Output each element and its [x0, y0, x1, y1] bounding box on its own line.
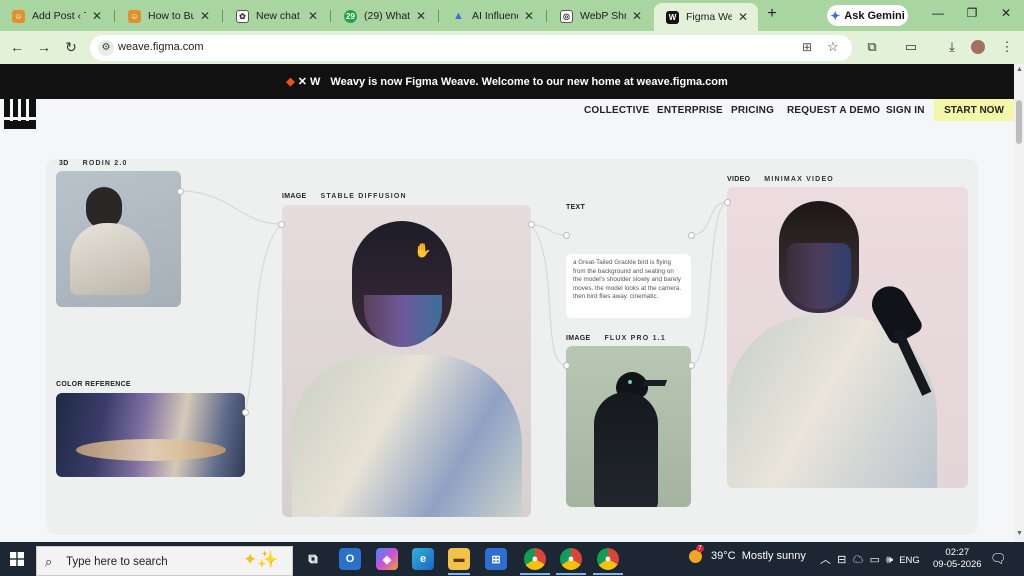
close-icon[interactable]: ✕	[522, 9, 536, 23]
screen: ☺ Add Post ‹ Te ✕ ☺ How to Build ✕ ✿ New…	[0, 0, 1024, 576]
search-icon: ⌕	[45, 554, 53, 569]
tab-add-post[interactable]: ☺ Add Post ‹ Te ✕	[0, 3, 112, 29]
show-hidden-icons-chevron-icon[interactable]: ︿	[820, 554, 831, 566]
volume-icon[interactable]: 🕪	[886, 554, 893, 566]
chrome-profile-3-icon[interactable]: ●	[597, 548, 619, 570]
translate-icon[interactable]: ⊞	[802, 40, 812, 54]
tab-whatsapp[interactable]: 29 (29) WhatsAp ✕	[332, 3, 436, 29]
web-page: ◆ ✕ W Weavy is now Figma Weave. Welcome …	[0, 64, 1014, 542]
stable-diffusion-output-image[interactable]	[282, 205, 531, 517]
node-label-3d: 3D RODIN 2.0	[59, 160, 128, 167]
language-indicator[interactable]: ENG	[899, 555, 920, 566]
tab-how-to-build[interactable]: ☺ How to Build ✕	[116, 3, 220, 29]
prompt-text-node[interactable]: a Great-Tailed Grackle bird is flying fr…	[566, 254, 691, 318]
battery-icon[interactable]: ▭	[870, 554, 880, 566]
openai-icon: ✿	[236, 9, 249, 23]
whatsapp-icon: 29	[344, 9, 357, 23]
page-scrollbar[interactable]: ▲ ▼	[1014, 64, 1024, 542]
ai-icon: ▲	[453, 10, 464, 22]
minimax-video-preview[interactable]	[727, 187, 968, 488]
chat-avatar-icon: ☺	[12, 9, 25, 23]
node-label-text: TEXT	[566, 204, 586, 211]
rodin-3d-bust-image[interactable]	[56, 171, 181, 307]
browser-tab-strip: ☺ Add Post ‹ Te ✕ ☺ How to Build ✕ ✿ New…	[0, 0, 1024, 31]
file-explorer-icon[interactable]: ▬	[448, 548, 470, 570]
windows-taskbar: ⌕ Type here to search ✦✨ ⧉ O ◈ e ▬ ⊞ ● ●…	[0, 542, 1024, 576]
minimize-button[interactable]: —	[928, 6, 948, 20]
close-icon[interactable]: ✕	[736, 10, 750, 24]
close-icon[interactable]: ✕	[306, 9, 320, 23]
close-icon[interactable]: ✕	[90, 9, 104, 23]
close-window-button[interactable]: ✕	[996, 6, 1016, 20]
browser-toolbar: ← → ↻ ⚙ weave.figma.com ⊞ ☆ ⧉ ▭ ⤓ ⋮	[0, 31, 1024, 64]
chrome-icon[interactable]: ●	[524, 548, 546, 570]
profile-avatar[interactable]	[971, 40, 985, 54]
close-icon[interactable]: ✕	[414, 9, 428, 23]
weave-icon: W	[666, 10, 679, 24]
ask-gemini-button[interactable]: ✦ Ask Gemini	[827, 5, 908, 26]
node-label-color-reference: COLOR REFERENCE	[56, 381, 131, 388]
site-info-icon[interactable]: ⚙	[98, 40, 114, 56]
reload-icon[interactable]: ↻	[62, 39, 80, 56]
address-bar[interactable]: ⚙ weave.figma.com ⊞ ☆	[90, 35, 852, 61]
restore-button[interactable]: ❐	[962, 6, 982, 20]
chat-avatar-icon: ☺	[128, 9, 141, 23]
figma-weavy-logos: ◆ ✕ W	[286, 76, 321, 88]
taskbar-clock[interactable]: 02:27 09-05-2026	[933, 547, 982, 571]
node-label-stable-diffusion: IMAGE STABLE DIFFUSION	[282, 193, 407, 200]
menu-kebab-icon[interactable]: ⋮	[999, 39, 1015, 55]
extensions-icon[interactable]: ⧉	[864, 39, 880, 55]
tab-ai-influencer[interactable]: ▲ AI Influencer ✕	[440, 3, 544, 29]
system-tray: ︿ ⊟ ☁ ▭ 🕪 ENG	[820, 551, 920, 567]
network-icon[interactable]: ⊟	[837, 554, 846, 566]
edge-icon[interactable]: e	[412, 548, 434, 570]
announcement-banner: ◆ ✕ W Weavy is now Figma Weave. Welcome …	[0, 64, 1014, 99]
close-icon[interactable]: ✕	[198, 9, 212, 23]
scrollbar-thumb[interactable]	[1016, 100, 1022, 144]
flux-pro-crow-image[interactable]	[566, 346, 691, 507]
taskbar-search-box[interactable]: ⌕ Type here to search ✦✨	[36, 546, 293, 576]
cloud-icon[interactable]: ☁	[852, 554, 863, 566]
sun-icon: 7	[689, 545, 705, 563]
node-label-video: VIDEO MINIMAX VIDEO	[727, 176, 834, 183]
hand-cursor-icon: ✋	[414, 242, 432, 258]
tab-search-icon[interactable]: ▭	[903, 39, 919, 55]
task-view-icon[interactable]: ⧉	[302, 548, 324, 570]
microsoft-store-icon[interactable]: ⊞	[485, 548, 507, 570]
tab-figma-weave[interactable]: W Figma Weave ✕	[654, 3, 758, 31]
forward-icon[interactable]: →	[35, 39, 53, 55]
close-icon[interactable]: ✕	[630, 9, 644, 23]
weather-widget[interactable]: 7 39°C Mostly sunny	[689, 545, 806, 563]
copilot-icon[interactable]: ◈	[376, 548, 398, 570]
copilot-sparkle-icon: ✦✨	[243, 550, 279, 569]
tab-webp-shrink[interactable]: ◎ WebP Shrink ✕	[548, 3, 652, 29]
chrome-profile-2-icon[interactable]: ●	[560, 548, 582, 570]
globe-icon: ◎	[560, 9, 573, 23]
color-reference-image[interactable]	[56, 393, 245, 477]
outlook-icon[interactable]: O	[339, 548, 361, 570]
bookmark-star-icon[interactable]: ☆	[827, 39, 839, 55]
back-icon[interactable]: ←	[8, 39, 26, 55]
node-label-flux-pro: IMAGE FLUX PRO 1.1	[566, 335, 666, 342]
tab-new-chat[interactable]: ✿ New chat ✕	[224, 3, 328, 29]
notification-icon[interactable]: 🗨	[990, 551, 1007, 567]
windows-start-icon[interactable]	[10, 552, 24, 566]
new-tab-button[interactable]: +	[763, 5, 781, 23]
hero-section: COLLECTIVE ENTERPRISE PRICING REQUEST A …	[0, 99, 1014, 542]
gemini-spark-icon: ✦	[830, 8, 841, 23]
download-icon[interactable]: ⤓	[944, 39, 960, 55]
